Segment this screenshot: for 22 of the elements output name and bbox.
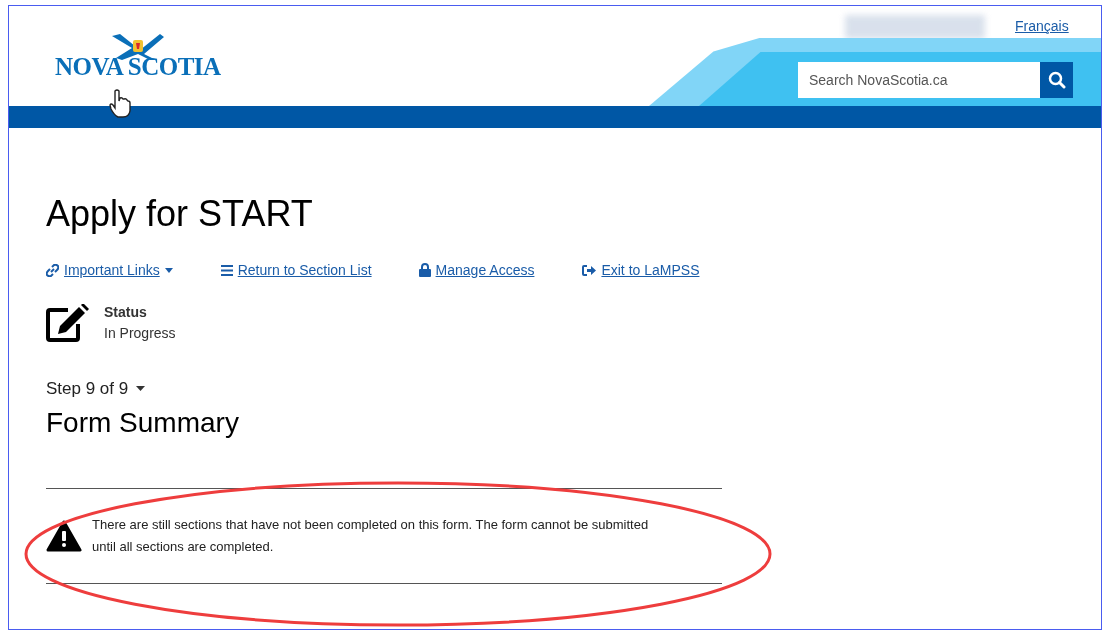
- language-link[interactable]: Français: [1015, 16, 1069, 37]
- status-value: In Progress: [104, 324, 176, 343]
- search-button[interactable]: [1040, 62, 1073, 98]
- link-icon: [46, 263, 59, 277]
- caret-icon: [136, 386, 146, 392]
- exit-icon: [582, 264, 597, 276]
- nav-link[interactable]: Important Links: [64, 259, 160, 281]
- hand-cursor-icon: [109, 89, 131, 119]
- search-field[interactable]: Search NovaScotia.ca: [798, 62, 1040, 98]
- nav-link[interactable]: Exit to LaMPSS: [601, 259, 700, 281]
- list-icon: [220, 264, 233, 276]
- section-heading: Form Summary: [46, 405, 240, 440]
- warning-message: There are still sections that have not been completed on this form. The form cannot be submitted until all sections are completed.: [92, 515, 650, 556]
- nav-link[interactable]: Return to Section List: [237, 259, 372, 281]
- logo-text[interactable]: NOVA SCOTIA: [55, 54, 221, 79]
- search-icon: [1047, 71, 1066, 89]
- status-label: Status: [104, 303, 148, 322]
- step-dropdown[interactable]: Step 9 of 9: [46, 376, 146, 402]
- edit-icon: [46, 304, 90, 342]
- nav-link[interactable]: Manage Access: [435, 259, 535, 281]
- lock-icon: [418, 263, 431, 277]
- page-title: Apply for START: [46, 192, 314, 236]
